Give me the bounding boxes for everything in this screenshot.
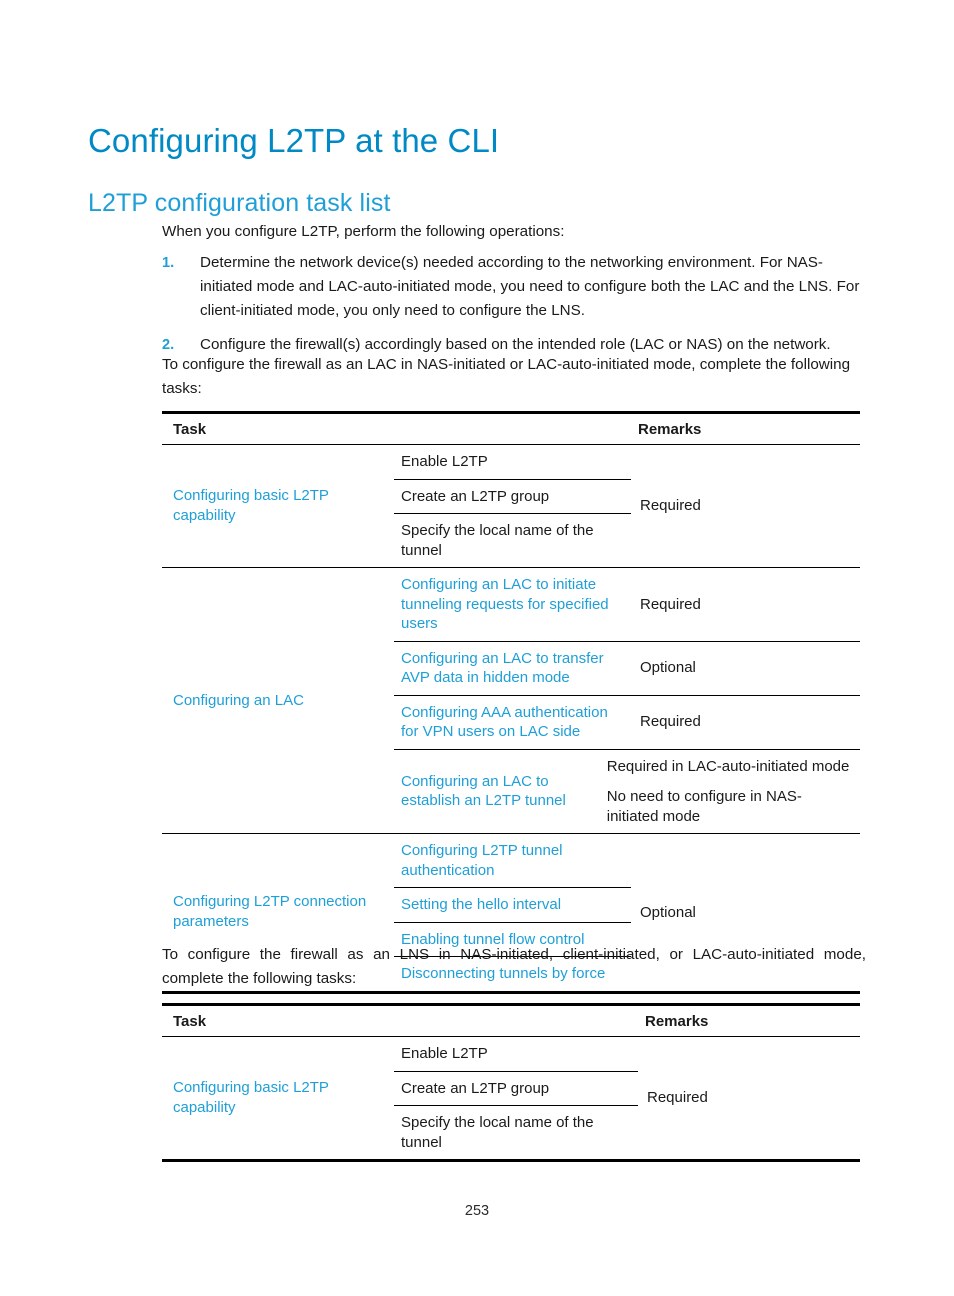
remark-cell: Optional [631,642,860,695]
subtask-cell: Create an L2TP group [394,480,631,514]
link-configuring-basic-l2tp-capability[interactable]: Configuring basic L2TP capability [173,486,388,526]
subtask-cell: Specify the local name of the tunnel [394,1106,638,1159]
subtask-stack: Enable L2TP Create an L2TP group Specify… [394,1037,638,1159]
subtask-rows: Configuring an LAC to initiate tunneling… [394,568,860,833]
subtask-cell: Specify the local name of the tunnel [394,514,631,567]
subtask-label: Specify the local name of the tunnel [401,522,594,559]
table-header-row: Task Remarks [162,1006,860,1037]
subtask-label: Enable L2TP [401,1045,488,1062]
intro-lead-paragraph: When you configure L2TP, perform the fol… [162,223,565,240]
remark-cell: Required in LAC-auto-initiated mode No n… [598,750,860,834]
link-configuring-l2tp-connection-parameters[interactable]: Configuring L2TP connection parameters [173,892,388,932]
subtask-label: Create an L2TP group [401,1079,550,1097]
lac-table-intro-paragraph: To configure the firewall as an LAC in N… [162,356,851,397]
task-group-label: Configuring basic L2TP capability [162,1037,394,1159]
subtask-stack: Enable L2TP Create an L2TP group Specify… [394,445,631,567]
subtask-cell: Configuring an LAC to transfer AVP data … [394,642,631,695]
remark-cell: Required [631,568,860,641]
subtask-label: Enable L2TP [401,453,488,470]
link-configuring-l2tp-tunnel-authentication[interactable]: Configuring L2TP tunnel authentication [401,842,563,879]
list-item-text: Configure the firewall(s) accordingly ba… [200,335,831,353]
table-row: Configuring an LAC Configuring an LAC to… [162,568,860,834]
remark-line: No need to configure in NAS-initiated mo… [606,788,802,825]
table-row: Configuring basic L2TP capability Enable… [162,1037,860,1159]
link-aaa-authentication-vpn-users-lac[interactable]: Configuring AAA authentication for VPN u… [401,703,623,742]
table-header-row: Task Remarks [162,414,860,445]
subtask-cell: Configuring an LAC to establish an L2TP … [394,750,598,834]
link-setting-the-hello-interval[interactable]: Setting the hello interval [401,896,561,913]
section-heading: L2TP configuration task list [88,188,391,217]
subtask-cell: Setting the hello interval [394,888,631,923]
table-row: Configuring an LAC to establish an L2TP … [394,750,860,834]
subtask-label: Specify the local name of the tunnel [401,1114,594,1151]
table-row: Configuring an LAC to transfer AVP data … [394,642,860,696]
subtask-cell: Create an L2TP group [394,1072,638,1106]
column-header-task: Task [173,1012,207,1030]
task-group-label: Configuring basic L2TP capability [162,445,394,567]
subtask-cell: Enable L2TP [394,445,631,480]
remark-cell: Required [647,1089,708,1107]
remark-line: Required [640,713,701,731]
link-configuring-an-lac[interactable]: Configuring an LAC [173,691,304,711]
document-page: Configuring L2TP at the CLI L2TP configu… [0,0,954,1296]
table-row: Configuring AAA authentication for VPN u… [394,696,860,750]
lns-table-intro-paragraph: To configure the firewall as an LNS in N… [162,946,866,987]
subtask-label: Create an L2TP group [401,487,550,505]
subtask-cell: Configuring L2TP tunnel authentication [394,834,631,888]
link-lac-transfer-avp-hidden-mode[interactable]: Configuring an LAC to transfer AVP data … [401,649,623,688]
table-row: Configuring an LAC to initiate tunneling… [394,568,860,642]
subtask-cell: Configuring AAA authentication for VPN u… [394,696,631,749]
link-lac-establish-l2tp-tunnel[interactable]: Configuring an LAC to establish an L2TP … [401,772,590,811]
column-header-remarks: Remarks [645,1012,709,1030]
subtask-cell: Configuring an LAC to initiate tunneling… [394,568,631,641]
list-item-text: Determine the network device(s) needed a… [200,254,860,320]
lns-task-table: Task Remarks Configuring basic L2TP capa… [162,1003,860,1162]
subtask-cell: Enable L2TP [394,1037,638,1072]
list-item: 1. Determine the network device(s) neede… [162,251,868,324]
link-configuring-basic-l2tp-capability[interactable]: Configuring basic L2TP capability [173,1078,388,1118]
link-lac-initiate-tunneling-requests[interactable]: Configuring an LAC to initiate tunneling… [401,575,623,634]
remark-line: Required [640,595,701,613]
lac-task-table: Task Remarks Configuring basic L2TP capa… [162,411,860,994]
table-row: Configuring basic L2TP capability Enable… [162,445,860,568]
table-bottom-rule [162,1159,860,1162]
column-header-remarks: Remarks [638,420,702,438]
remark-cell: Required [640,497,701,515]
column-header-task: Task [173,420,207,438]
list-item-number: 1. [162,255,175,271]
page-title: Configuring L2TP at the CLI [88,122,500,160]
page-number: 253 [464,1203,490,1219]
remark-line: Optional [640,659,696,677]
numbered-step-list: 1. Determine the network device(s) neede… [162,251,868,366]
task-group-label: Configuring an LAC [162,568,394,833]
remark-cell: Required [631,696,860,749]
remark-line: Required in LAC-auto-initiated mode [606,757,850,775]
